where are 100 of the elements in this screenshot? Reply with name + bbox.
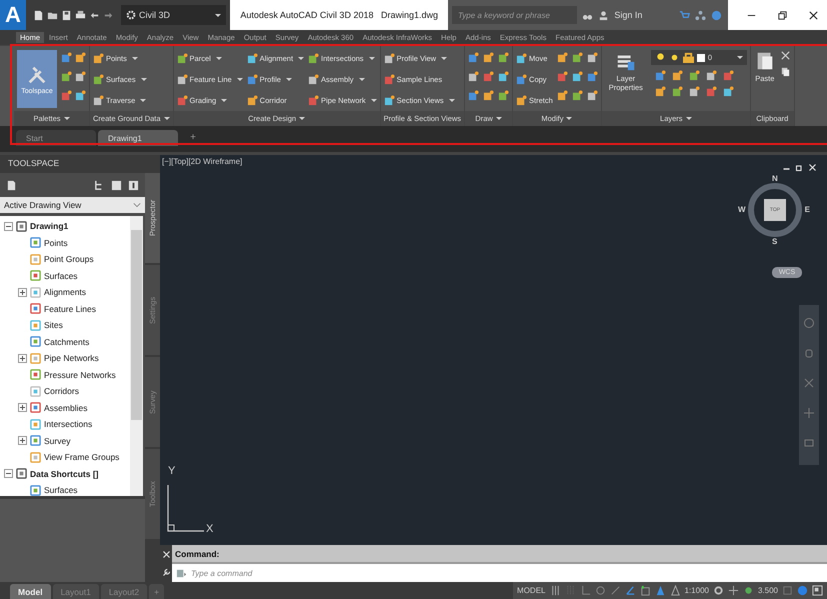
- viewport-controls[interactable]: [−][Top][2D Wireframe]: [162, 157, 242, 166]
- tree-item[interactable]: Intersections: [44, 419, 92, 430]
- tool-icon[interactable]: [688, 86, 700, 97]
- tool-icon[interactable]: [586, 52, 598, 63]
- tool-icon[interactable]: [586, 90, 598, 101]
- compass-letter[interactable]: E: [804, 205, 811, 214]
- panel-icon[interactable]: [111, 180, 122, 190]
- tool-icon[interactable]: [706, 70, 717, 81]
- tool-icon[interactable]: [556, 90, 568, 101]
- tool-icon[interactable]: [654, 86, 666, 97]
- tool-icon[interactable]: [586, 71, 598, 82]
- compass-ring-icon[interactable]: [745, 180, 805, 240]
- tool-icon[interactable]: [75, 71, 86, 82]
- tool-icon[interactable]: [468, 71, 480, 82]
- tree-item[interactable]: Survey: [44, 436, 70, 446]
- model-space-button[interactable]: MODEL: [517, 586, 546, 595]
- tool-icon[interactable]: [75, 90, 86, 101]
- tool-icon[interactable]: [706, 86, 717, 97]
- plus-icon[interactable]: [728, 585, 739, 596]
- application-menu-button[interactable]: A: [0, 0, 26, 30]
- tool-icon[interactable]: [93, 94, 104, 106]
- cart-icon[interactable]: [679, 10, 690, 20]
- expand-box-icon[interactable]: [18, 436, 27, 446]
- scissors-icon[interactable]: [780, 50, 791, 61]
- tree-item[interactable]: Corridors: [44, 386, 79, 396]
- tool-icon[interactable]: [572, 90, 583, 101]
- sign-in-button[interactable]: Sign In: [614, 10, 674, 20]
- copy-icon[interactable]: [780, 66, 791, 77]
- osnap-icon[interactable]: [610, 585, 620, 596]
- tool-icon[interactable]: [722, 86, 734, 97]
- tree-item[interactable]: Sites: [44, 320, 63, 330]
- tool-icon[interactable]: [61, 90, 72, 101]
- new-file-icon[interactable]: [33, 10, 44, 20]
- tool-icon[interactable]: [556, 52, 568, 63]
- tool-icon[interactable]: [246, 94, 258, 106]
- user-icon[interactable]: [598, 10, 610, 20]
- grid-icon[interactable]: [550, 585, 560, 596]
- tree-item[interactable]: Pressure Networks: [44, 370, 116, 380]
- tool-icon[interactable]: [516, 74, 528, 84]
- scale-dropdown[interactable]: 1:1000: [684, 586, 709, 595]
- tool-icon[interactable]: [654, 70, 666, 81]
- tree-item[interactable]: View Frame Groups: [44, 452, 120, 462]
- restore-icon[interactable]: [777, 10, 788, 20]
- search-field[interactable]: Type a keyword or phrase: [452, 6, 578, 24]
- tool-icon[interactable]: [572, 71, 583, 82]
- tool-icon[interactable]: [498, 71, 510, 82]
- polar-icon[interactable]: [594, 585, 606, 596]
- restore-icon[interactable]: [795, 163, 804, 172]
- tree-item[interactable]: Drawing1: [30, 221, 68, 232]
- tool-icon[interactable]: [93, 52, 104, 64]
- tool-icon[interactable]: [672, 70, 683, 81]
- tree-item[interactable]: Point Groups: [44, 254, 94, 264]
- gear-icon[interactable]: [712, 585, 724, 596]
- compass-letter[interactable]: N: [771, 174, 779, 183]
- square-icon[interactable]: [640, 585, 650, 596]
- tool-icon[interactable]: [516, 94, 528, 106]
- scrollbar[interactable]: [130, 216, 143, 496]
- tree-item[interactable]: Surfaces: [44, 270, 78, 281]
- tool-icon[interactable]: [93, 74, 104, 84]
- tool-icon[interactable]: [572, 52, 583, 63]
- tool-icon[interactable]: [308, 94, 320, 106]
- tool-icon[interactable]: [556, 71, 568, 82]
- tool-icon[interactable]: [246, 52, 258, 64]
- compass-letter[interactable]: S: [771, 237, 778, 246]
- tree-item[interactable]: Points: [44, 238, 68, 248]
- tool-icon[interactable]: [384, 94, 395, 106]
- tool-icon[interactable]: [672, 86, 683, 97]
- tool-icon[interactable]: [176, 74, 188, 84]
- tree-item[interactable]: Assemblies: [44, 402, 88, 413]
- tool-icon[interactable]: [722, 70, 734, 81]
- tool-icon[interactable]: [468, 52, 480, 63]
- tool-icon[interactable]: [516, 52, 528, 64]
- save-icon[interactable]: [61, 10, 72, 20]
- tree-item[interactable]: Catchments: [44, 336, 90, 347]
- document-icon[interactable]: [6, 180, 17, 190]
- layout-tab[interactable]: Model: [10, 584, 51, 599]
- tool-icon[interactable]: [483, 71, 494, 82]
- tree-item[interactable]: Data Shortcuts []: [30, 468, 98, 479]
- tool-icon[interactable]: [246, 74, 258, 84]
- tree-item[interactable]: Surfaces: [44, 485, 78, 496]
- tool-icon[interactable]: [61, 52, 72, 63]
- expand-box-icon[interactable]: [18, 288, 27, 297]
- view-dropdown[interactable]: Active Drawing View: [0, 197, 145, 213]
- tool-icon[interactable]: [483, 52, 494, 63]
- close-icon[interactable]: [808, 10, 819, 20]
- tool-icon[interactable]: [498, 90, 510, 101]
- tool-icon[interactable]: [498, 52, 510, 63]
- tool-icon[interactable]: [308, 52, 320, 64]
- tool-icon[interactable]: [61, 71, 72, 82]
- tree-item[interactable]: Feature Lines: [44, 304, 96, 314]
- collapse-box-icon[interactable]: [4, 222, 13, 231]
- network-icon[interactable]: [695, 10, 706, 20]
- new-tab-button[interactable]: +: [184, 130, 202, 145]
- fullscreen-icon[interactable]: [812, 585, 823, 596]
- tree-item[interactable]: Alignments: [44, 287, 86, 298]
- collapse-box-icon[interactable]: [4, 469, 13, 478]
- angle-icon[interactable]: [624, 585, 636, 596]
- tool-icon[interactable]: [308, 74, 320, 84]
- tree-item[interactable]: Pipe Networks: [44, 353, 99, 364]
- tool-icon[interactable]: [468, 90, 480, 101]
